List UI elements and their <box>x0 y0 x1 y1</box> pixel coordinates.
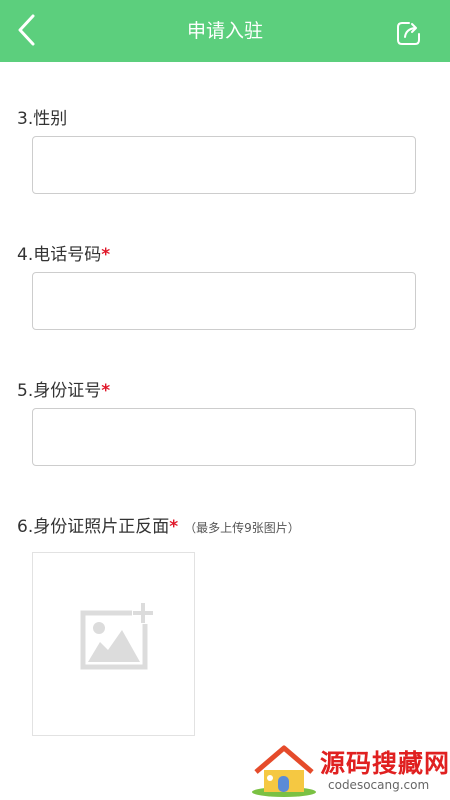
phone-input[interactable] <box>32 272 416 330</box>
required-mark: * <box>101 381 111 401</box>
gender-label-text: 3.性别 <box>17 109 68 129</box>
required-mark: * <box>169 517 179 537</box>
gender-input[interactable] <box>32 136 416 194</box>
share-button[interactable] <box>395 19 423 47</box>
share-icon <box>397 22 420 45</box>
watermark-text: 源码搜藏网 <box>320 749 450 778</box>
id-number-label-text: 5.身份证号 <box>17 381 102 401</box>
id-number-label: 5.身份证号* <box>17 376 110 401</box>
gender-label: 3.性别 <box>17 104 67 129</box>
image-upload-button[interactable] <box>32 552 195 736</box>
upload-hint: （最多上传9张图片） <box>184 521 300 535</box>
id-number-input[interactable] <box>32 408 416 466</box>
watermark: 源码搜藏网 codesocang.com <box>244 738 450 800</box>
page-title: 申请入驻 <box>186 20 263 42</box>
watermark-url: codesocang.com <box>328 778 430 792</box>
required-mark: * <box>101 245 111 265</box>
house-logo-icon <box>252 745 316 797</box>
app-header: 申请入驻 <box>0 0 450 62</box>
id-photos-label: 6.身份证照片正反面* （最多上传9张图片） <box>17 512 300 537</box>
add-image-icon <box>80 602 154 670</box>
id-photos-label-text: 6.身份证照片正反面 <box>17 517 170 537</box>
phone-label: 4.电话号码* <box>17 240 110 265</box>
phone-label-text: 4.电话号码 <box>17 245 102 265</box>
